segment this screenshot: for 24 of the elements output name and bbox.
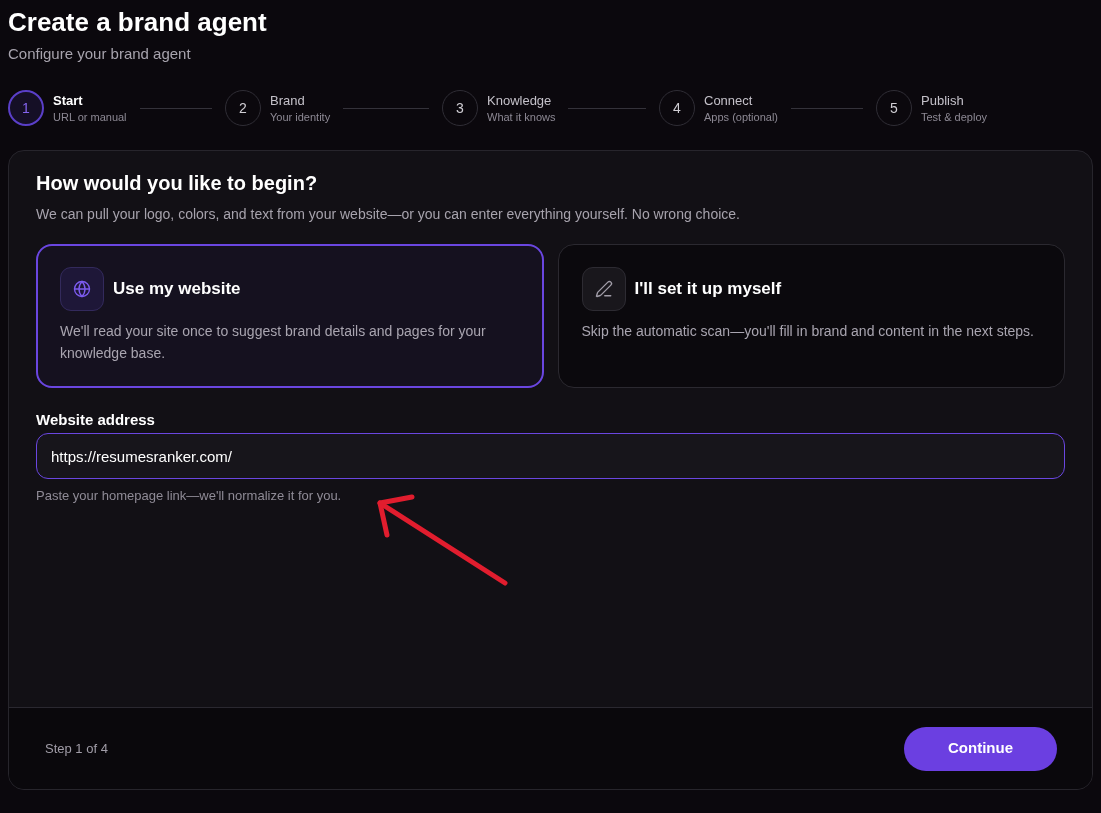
step-subtitle: Test & deploy: [921, 109, 988, 125]
step-number: 1: [8, 90, 44, 126]
continue-button[interactable]: Continue: [904, 726, 1057, 771]
field-label: Website address: [36, 410, 155, 430]
page-title: Create a brand agent: [8, 6, 267, 38]
step-title: Brand: [270, 91, 305, 109]
step-subtitle: URL or manual: [53, 109, 127, 125]
step-subtitle: Your identity: [270, 109, 331, 125]
pencil-icon: [581, 267, 626, 311]
field-hint: Paste your homepage link—we'll normalize it for you.: [36, 487, 342, 505]
website-input[interactable]: https://resumesranker.com/: [36, 433, 1065, 479]
option-card[interactable]: Use my website We'll read your site once to suggest brand details and pages for your knowledge base.: [36, 244, 544, 388]
page-subtitle: Configure your brand agent: [8, 44, 191, 64]
step-subtitle: What it knows: [487, 109, 556, 125]
step-title: Connect: [704, 91, 753, 109]
step-title: Knowledge: [487, 91, 552, 109]
card-description: We can pull your logo, colors, and text from your website—or you can enter everything yourself. No wrong choice.: [36, 205, 740, 224]
step-title: Start: [53, 91, 83, 109]
globe-icon: [60, 267, 104, 311]
step-subtitle: Apps (optional): [704, 109, 778, 125]
step-title: Publish: [921, 91, 964, 109]
card-heading: How would you like to begin?: [36, 171, 318, 196]
footer-step-text: Step 1 of 4: [45, 739, 108, 758]
option-card[interactable]: I'll set it up myself Skip the automatic scan—you'll fill in brand and content in the next steps.: [557, 244, 1065, 388]
